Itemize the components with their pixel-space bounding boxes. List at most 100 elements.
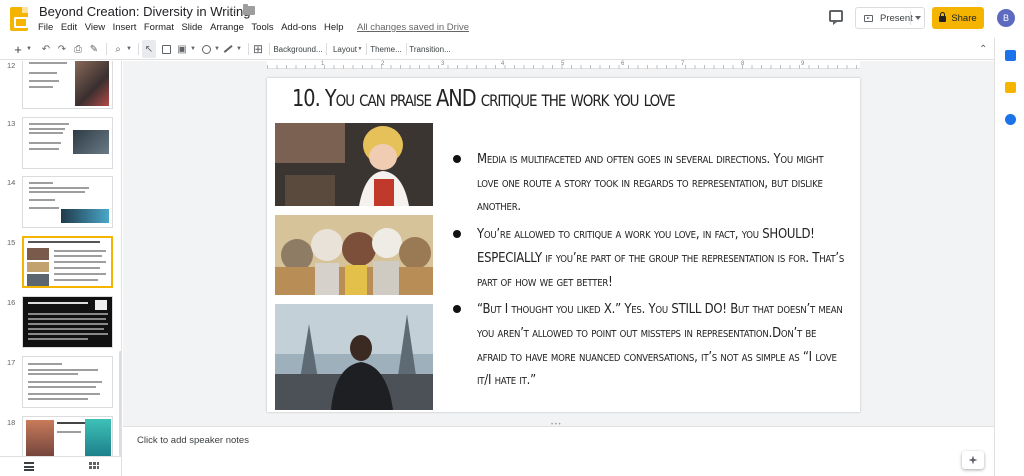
image-dropdown-icon[interactable]: ▼ (189, 40, 197, 58)
calendar-icon[interactable] (1005, 50, 1016, 61)
present-dropdown-icon[interactable] (915, 16, 921, 20)
menu-file[interactable]: File (38, 22, 53, 33)
thumb-line (28, 373, 78, 375)
thumb-line (28, 363, 62, 365)
thumb-line (54, 255, 102, 257)
shape-dropdown-icon[interactable]: ▼ (213, 40, 221, 58)
slide-thumbnail-14[interactable] (22, 176, 113, 228)
slide-photo-2[interactable] (275, 215, 433, 295)
slide-title[interactable]: 10. You can praise AND critique the work… (292, 86, 762, 112)
menu-slide[interactable]: Slide (181, 22, 202, 33)
slide-number: 15 (7, 238, 16, 247)
background-button[interactable]: Background... (273, 40, 322, 58)
menu-insert[interactable]: Insert (113, 22, 137, 33)
folder-icon[interactable] (243, 4, 255, 15)
shape-circle (201, 44, 211, 54)
menu-view[interactable]: View (85, 22, 105, 33)
thumb-photo (85, 419, 111, 456)
ruler-mark: 6 (621, 61, 625, 67)
document-title[interactable]: Beyond Creation: Diversity in Writing (39, 4, 250, 19)
slide-photo-3[interactable] (275, 304, 433, 410)
filmstrip-scrollbar[interactable] (119, 351, 121, 456)
slide-thumbnail-13[interactable] (22, 117, 113, 169)
layout-dropdown-icon[interactable]: ▼ (357, 40, 363, 58)
photo-3-graphic (275, 304, 433, 410)
save-status[interactable]: All changes saved in Drive (357, 22, 469, 33)
share-button[interactable]: Share (932, 7, 984, 29)
thumb-line (29, 182, 53, 184)
new-slide-dropdown-icon[interactable]: ▼ (25, 40, 33, 58)
keep-icon[interactable] (1005, 82, 1016, 93)
present-button[interactable]: Present (855, 7, 925, 29)
line-dropdown-icon[interactable]: ▼ (235, 40, 243, 58)
menu-arrange[interactable]: Arrange (210, 22, 244, 33)
slides-logo-icon[interactable] (10, 7, 28, 31)
text-box-icon[interactable] (160, 40, 172, 58)
thumb-line (28, 369, 98, 371)
thumb-line (28, 398, 88, 400)
line-icon[interactable] (222, 40, 234, 58)
slide-bullet: Media is multifaceted and often goes in … (453, 148, 843, 219)
thumb-line (54, 273, 106, 275)
comment-history-icon[interactable] (829, 10, 843, 25)
undo-icon[interactable]: ↶ (40, 40, 52, 58)
filmstrip-view-icon[interactable] (24, 462, 34, 471)
layout-button[interactable]: Layout (330, 40, 360, 58)
print-icon[interactable]: ⎙ (72, 40, 84, 58)
transition-button[interactable]: Transition... (409, 40, 451, 58)
thumb-line (29, 128, 65, 130)
bullet-dot (453, 155, 461, 163)
paint-format-icon[interactable]: ✎ (88, 40, 100, 58)
menu-edit[interactable]: Edit (61, 22, 77, 33)
slide-thumbnail-18[interactable] (22, 416, 113, 456)
image-icon[interactable]: ▣ (176, 40, 188, 58)
filmstrip-view-bar (0, 456, 122, 476)
star-icon[interactable]: ☆ (226, 3, 238, 19)
toolbar-separator (366, 43, 367, 55)
collapse-toolbar-icon[interactable]: ⌃ (979, 44, 987, 55)
theme-button[interactable]: Theme... (369, 40, 403, 58)
account-avatar[interactable]: B (997, 9, 1015, 27)
thumb-photo (61, 209, 109, 223)
grid-view-icon[interactable] (89, 462, 99, 471)
slide-thumbnail-15[interactable] (22, 236, 113, 288)
slide-thumbnail-12[interactable] (22, 61, 113, 109)
current-slide[interactable]: 10. You can praise AND critique the work… (267, 78, 860, 412)
slide-photo-1[interactable] (275, 123, 433, 206)
shape-icon[interactable] (200, 40, 212, 58)
menu-help[interactable]: Help (324, 22, 344, 33)
ruler-mark: 9 (801, 61, 805, 67)
thumb-line (29, 142, 61, 144)
slide-canvas-area: 1 2 3 4 5 6 7 8 9 10. You can praise AND… (123, 61, 994, 423)
menu-tools[interactable]: Tools (251, 22, 273, 33)
thumb-photo (73, 130, 109, 154)
toolbar-separator (248, 43, 249, 55)
slide-thumbnail-17[interactable] (22, 356, 113, 408)
photo-1-graphic (275, 123, 433, 206)
explore-button[interactable] (962, 451, 984, 469)
new-slide-icon[interactable]: + (12, 40, 24, 58)
bullet-dot (453, 230, 461, 239)
thumb-photo (27, 248, 49, 260)
thumb-line (54, 261, 106, 263)
thumb-line (29, 187, 89, 189)
menu-addons[interactable]: Add-ons (281, 22, 316, 33)
slide-thumbnail-16[interactable] (22, 296, 113, 348)
select-cursor-icon[interactable]: ↖ (142, 40, 156, 58)
thumb-line (57, 422, 85, 424)
redo-icon[interactable]: ↷ (56, 40, 68, 58)
zoom-dropdown-icon[interactable]: ▼ (125, 40, 133, 58)
slide-number: 12 (7, 61, 16, 70)
speaker-notes[interactable]: Click to add speaker notes (123, 427, 994, 476)
menu-format[interactable]: Format (144, 22, 174, 33)
zoom-icon[interactable]: ⌕ (112, 40, 124, 58)
toolbar-separator (406, 43, 407, 55)
tasks-icon[interactable] (1005, 114, 1016, 125)
thumb-photo (27, 262, 49, 272)
comment-add-icon[interactable]: ⊞ (252, 40, 264, 58)
toolbar-separator (106, 43, 107, 55)
photo-2-graphic (275, 215, 433, 295)
menu-bar: File Edit View Insert Format Slide Arran… (38, 22, 469, 33)
slide-body-text[interactable]: Media is multifaceted and often goes in … (453, 148, 844, 397)
thumb-line (29, 191, 85, 193)
